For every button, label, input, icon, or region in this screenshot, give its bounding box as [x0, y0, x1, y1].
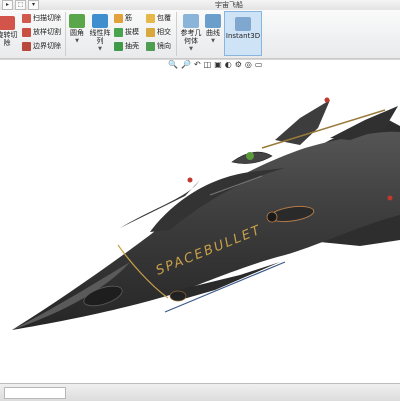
reference-geometry-icon: [183, 14, 199, 28]
fillet-icon: [69, 14, 85, 28]
display-pane-icon[interactable]: ▭: [255, 60, 263, 70]
sweep-cut-button[interactable]: 扫描切除: [22, 13, 61, 23]
rib-button[interactable]: 筋: [114, 13, 132, 23]
revolve-cut-icon: [0, 16, 15, 30]
reference-geometry-button[interactable]: 参考几何体 ▼: [180, 14, 202, 53]
reference-geometry-dropdown-icon[interactable]: ▼: [189, 45, 193, 53]
window-title: 宇宙飞船: [215, 1, 243, 9]
wrap-label: 包覆: [157, 14, 171, 22]
draft-button[interactable]: 拔模: [114, 27, 139, 37]
ribbon-separator-2: [176, 12, 177, 56]
shell-label: 抽壳: [125, 42, 139, 50]
instant3d-button[interactable]: Instant3D: [224, 11, 262, 56]
loft-cut-label: 放样切割: [33, 28, 61, 36]
ribbon-separator-1: [65, 12, 66, 56]
landing-gear-bay: [169, 290, 187, 302]
linear-pattern-dropdown-icon[interactable]: ▼: [98, 45, 102, 53]
title-bar: ▸ ⬚ ▾ 宇宙飞船: [0, 0, 400, 10]
revolve-cut-label-1: 旋转切: [0, 31, 18, 39]
view-heads-up-toolbar: 🔍 🔎 ↶ ◫ ▣ ◐ ⚙ ◎ ▭: [168, 58, 262, 71]
previous-view-icon[interactable]: ↶: [194, 60, 201, 70]
cockpit-light: [246, 152, 254, 160]
beacon-left: [187, 177, 193, 183]
fillet-button[interactable]: 圆角 ▼: [67, 14, 87, 45]
loft-cut-icon: [22, 27, 31, 37]
linear-pattern-button[interactable]: 线性阵列 ▼: [89, 14, 111, 53]
quick-access-button-1[interactable]: ▸: [2, 0, 13, 10]
draft-icon: [114, 27, 123, 37]
quick-access-button-3[interactable]: ▾: [28, 0, 39, 10]
revolve-cut-button[interactable]: 旋转切 除: [0, 16, 18, 47]
appearance-icon[interactable]: ◎: [245, 60, 252, 70]
intersect-button[interactable]: 相交: [146, 27, 171, 37]
intersect-label: 相交: [157, 28, 171, 36]
loft-cut-button[interactable]: 放样切割: [22, 27, 61, 37]
fillet-label: 圆角: [70, 29, 84, 37]
reference-geometry-label: 参考几何体: [180, 29, 202, 45]
boundary-cut-label: 边界切除: [33, 42, 61, 50]
curves-button[interactable]: 曲线 ▼: [204, 14, 222, 45]
sweep-cut-icon: [22, 13, 31, 23]
engine-nozzle: [266, 211, 278, 223]
mirror-icon: [146, 41, 155, 51]
revolve-cut-label-2: 除: [3, 39, 11, 47]
beacon-top: [324, 97, 330, 103]
intersect-icon: [146, 27, 155, 37]
boundary-cut-button[interactable]: 边界切除: [22, 41, 61, 51]
display-style-icon[interactable]: ◐: [225, 60, 232, 70]
linear-pattern-icon: [92, 14, 108, 28]
instant3d-icon: [235, 17, 251, 31]
quick-access-toolbar: ▸ ⬚ ▾: [0, 0, 39, 10]
draft-label: 拔模: [125, 28, 139, 36]
dorsal-fin: [275, 100, 330, 145]
instant3d-label: Instant3D: [225, 32, 261, 40]
rib-icon: [114, 13, 123, 23]
mirror-label: 镜向: [157, 42, 171, 50]
curves-label: 曲线: [206, 29, 220, 37]
boundary-cut-icon: [22, 41, 31, 51]
fillet-dropdown-icon[interactable]: ▼: [75, 37, 79, 45]
shell-button[interactable]: 抽壳: [114, 41, 139, 51]
rib-label: 筋: [125, 14, 132, 22]
shell-icon: [114, 41, 123, 51]
spaceship-model[interactable]: SPACEBULLET: [0, 72, 400, 382]
curves-dropdown-icon[interactable]: ▼: [211, 37, 215, 45]
feature-ribbon: 旋转切 除 扫描切除 放样切割 边界切除 圆角 ▼ 线性阵列 ▼ 筋 拔模 抽壳: [0, 10, 400, 59]
bottom-tab-bar: [0, 383, 400, 401]
wrap-icon: [146, 13, 155, 23]
model-tab[interactable]: [4, 387, 66, 399]
hide-show-items-icon[interactable]: ⚙: [235, 60, 242, 70]
linear-pattern-label: 线性阵列: [89, 29, 111, 45]
quick-access-button-2[interactable]: ⬚: [15, 0, 26, 10]
graphics-area[interactable]: SPACEBULLET: [0, 72, 400, 382]
curves-icon: [205, 14, 221, 28]
beacon-right: [387, 195, 393, 201]
zoom-to-area-icon[interactable]: 🔎: [181, 60, 191, 70]
wrap-button[interactable]: 包覆: [146, 13, 171, 23]
sweep-cut-label: 扫描切除: [33, 14, 61, 22]
view-orientation-icon[interactable]: ▣: [214, 60, 222, 70]
section-view-icon[interactable]: ◫: [204, 60, 212, 70]
mirror-button[interactable]: 镜向: [146, 41, 171, 51]
zoom-to-fit-icon[interactable]: 🔍: [168, 60, 178, 70]
